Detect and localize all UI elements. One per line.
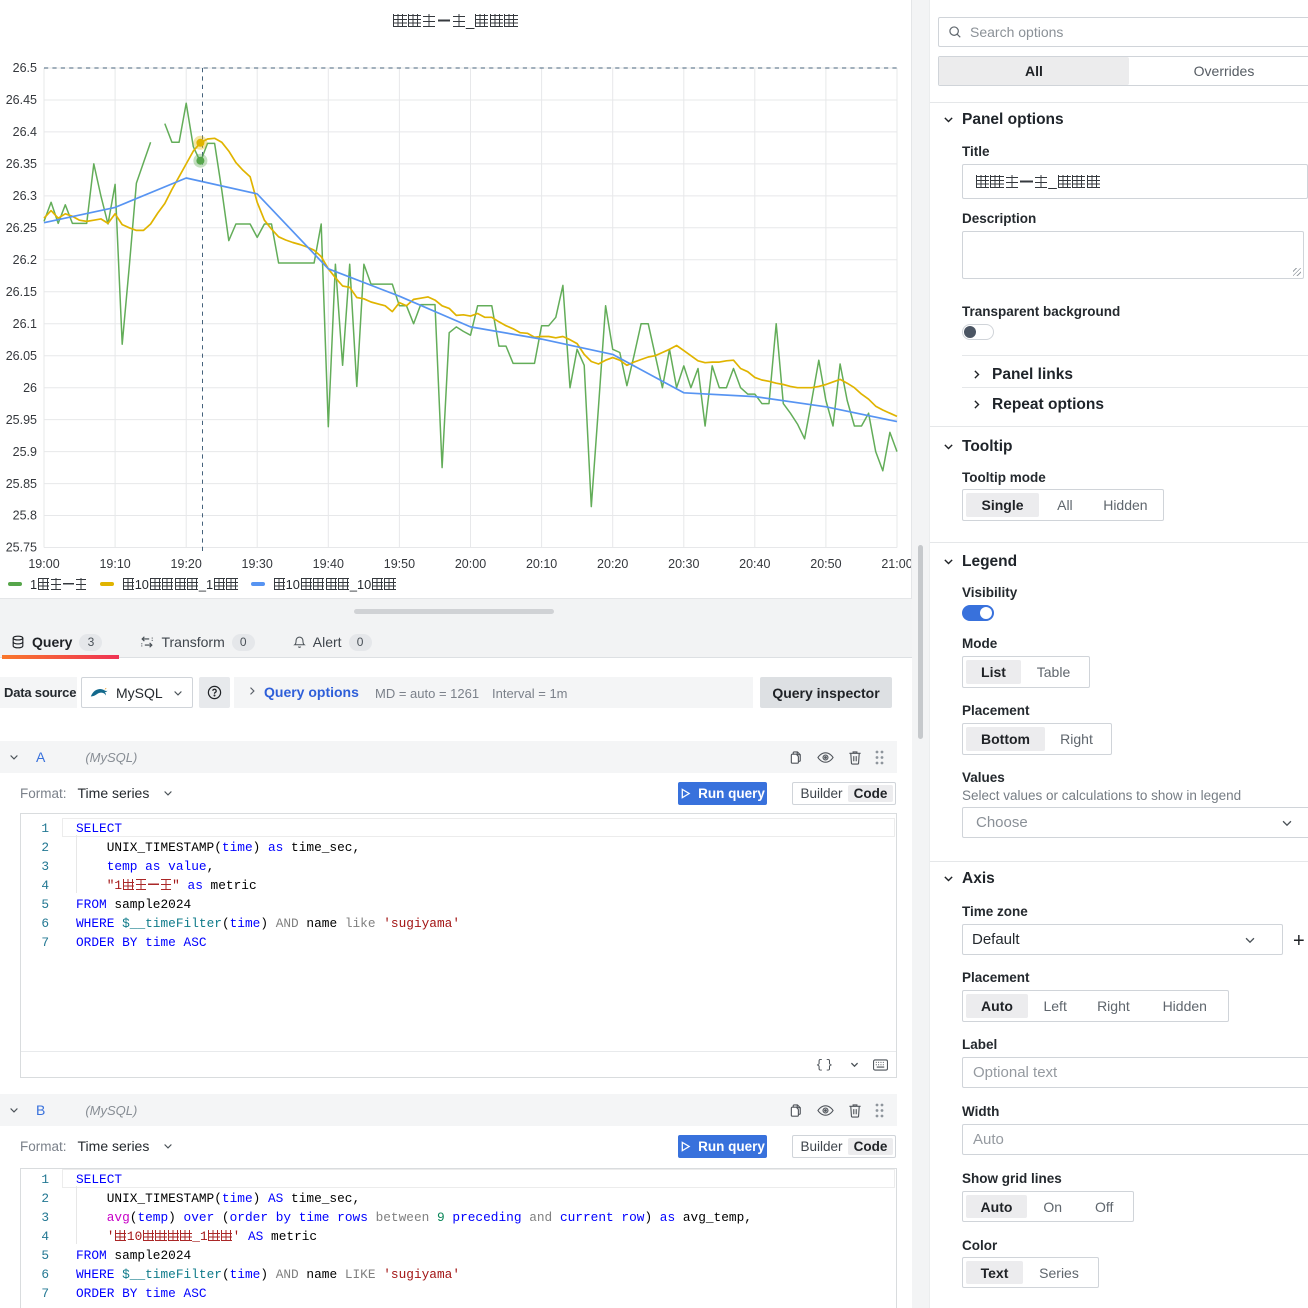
svg-text:26.5: 26.5 (13, 61, 37, 75)
svg-text:25.95: 25.95 (6, 413, 37, 427)
svg-text:26.4: 26.4 (13, 125, 37, 139)
svg-text:26.15: 26.15 (6, 285, 37, 299)
svg-text:19:50: 19:50 (384, 557, 415, 571)
svg-text:25.9: 25.9 (13, 445, 37, 459)
svg-text:19:20: 19:20 (171, 557, 202, 571)
svg-text:20:10: 20:10 (526, 557, 557, 571)
svg-text:26.1: 26.1 (13, 317, 37, 331)
svg-text:25.75: 25.75 (6, 541, 37, 555)
svg-text:26.3: 26.3 (13, 189, 37, 203)
svg-text:20:00: 20:00 (455, 557, 486, 571)
svg-text:19:10: 19:10 (99, 557, 130, 571)
svg-text:19:40: 19:40 (313, 557, 344, 571)
svg-text:26.25: 26.25 (6, 221, 37, 235)
svg-text:26.45: 26.45 (6, 93, 37, 107)
svg-text:20:50: 20:50 (810, 557, 841, 571)
svg-text:26.35: 26.35 (6, 157, 37, 171)
svg-text:25.8: 25.8 (13, 509, 37, 523)
svg-text:26: 26 (23, 381, 37, 395)
svg-text:21:00: 21:00 (881, 557, 911, 571)
svg-text:19:00: 19:00 (28, 557, 59, 571)
svg-text:19:30: 19:30 (242, 557, 273, 571)
svg-text:20:20: 20:20 (597, 557, 628, 571)
svg-text:26.05: 26.05 (6, 349, 37, 363)
svg-text:26.2: 26.2 (13, 253, 37, 267)
svg-text:20:40: 20:40 (739, 557, 770, 571)
svg-text:25.85: 25.85 (6, 477, 37, 491)
svg-text:20:30: 20:30 (668, 557, 699, 571)
